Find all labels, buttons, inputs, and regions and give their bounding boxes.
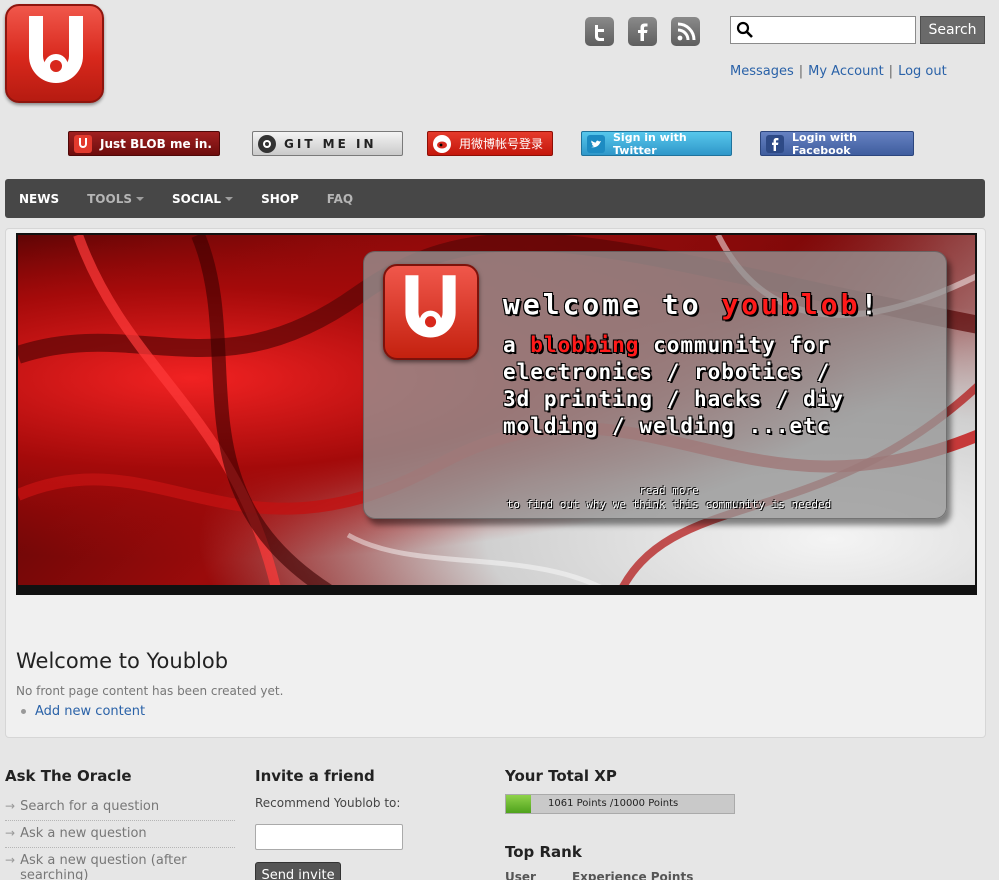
tag-line-3: 3d printing / hacks / diy [503, 387, 845, 411]
headline-text: welcome to [503, 288, 722, 321]
twitter-login-label: Sign in with Twitter [613, 130, 687, 157]
blob-login-label: Just BLOB me in. [100, 136, 212, 151]
search-input[interactable] [757, 19, 912, 41]
oracle-list: → Search for a question → Ask a new ques… [5, 794, 235, 880]
github-icon [258, 134, 276, 153]
tag-blobbing: blobbing [530, 333, 640, 357]
oracle-title: Ask The Oracle [5, 767, 132, 785]
twitter-bird-icon [587, 134, 605, 153]
add-content-item: Add new content [21, 704, 145, 719]
git-login-label: GIT ME IN [284, 136, 377, 151]
nav-news-label: NEWS [19, 191, 60, 206]
social-icons [585, 17, 700, 46]
xp-progress-bar: 1061 Points /10000 Points [505, 794, 735, 814]
youblob-icon [74, 134, 92, 153]
main-nav: NEWS TOOLS SOCIAL SHOP FAQ [5, 179, 985, 218]
oracle-item[interactable]: → Search for a question [5, 794, 235, 821]
rss-icon[interactable] [671, 17, 700, 46]
top-rank-title: Top Rank [505, 843, 582, 861]
oracle-item[interactable]: → Ask a new question (after searching) [5, 848, 235, 880]
xp-points-text: 1061 Points /10000 Points [548, 798, 679, 809]
nav-social[interactable]: SOCIAL [172, 191, 234, 206]
nav-tools-label: TOOLS [87, 191, 133, 206]
banner-tagline: a blobbing community for electronics / r… [503, 332, 933, 440]
add-new-content-link[interactable]: Add new content [35, 704, 145, 719]
headline-end: ! [860, 288, 881, 321]
tag-line-4: molding / welding ...etc [503, 414, 831, 438]
logout-link[interactable]: Log out [898, 64, 947, 79]
read-more-sub: to find out why we think this community … [506, 498, 832, 511]
separator: | [888, 64, 894, 79]
arrow-right-icon: → [5, 826, 16, 840]
oracle-item-label: Ask a new question [20, 826, 147, 841]
rank-col-user: User [505, 870, 536, 880]
twitter-login-button[interactable]: Sign in with Twitter [581, 130, 732, 157]
search-button[interactable]: Search [920, 16, 985, 44]
headline-brand: youblob [721, 288, 861, 321]
arrow-right-icon: → [5, 853, 16, 867]
my-account-link[interactable]: My Account [808, 64, 884, 79]
xp-title: Your Total XP [505, 767, 617, 785]
nav-faq[interactable]: FAQ [327, 192, 353, 206]
weibo-login-label: 用微博帐号登录 [459, 137, 544, 151]
xp-progress-fill [506, 795, 532, 813]
facebook-login-button[interactable]: Login with Facebook [760, 130, 914, 157]
tag-a: a [503, 333, 531, 357]
nav-tools[interactable]: TOOLS [87, 191, 145, 206]
oracle-item-label: Ask a new question (after searching) [20, 853, 187, 880]
tag-rest: community for [639, 333, 831, 357]
youblob-logo [383, 264, 479, 360]
rank-table-header: User Experience Points [505, 870, 729, 880]
chevron-down-icon [225, 196, 234, 201]
invite-email-field[interactable] [255, 824, 403, 850]
nav-social-label: SOCIAL [172, 191, 222, 206]
youblob-logo-icon [29, 16, 83, 83]
weibo-login-button[interactable]: 用微博帐号登录 [427, 131, 553, 156]
empty-content-text: No front page content has been created y… [16, 684, 284, 698]
arrow-right-icon: → [5, 799, 16, 813]
rank-col-xp: Experience Points [571, 870, 694, 880]
invite-title: Invite a friend [255, 767, 375, 785]
page-title: Welcome to Youblob [16, 649, 229, 673]
separator: | [798, 64, 804, 79]
chevron-down-icon [136, 196, 145, 201]
youblob-logo-icon [405, 275, 456, 338]
bullet [21, 709, 26, 714]
facebook-icon[interactable] [628, 17, 657, 46]
search-icon [736, 21, 753, 38]
blob-login-button[interactable]: Just BLOB me in. [68, 131, 220, 156]
messages-link[interactable]: Messages [730, 64, 794, 79]
weibo-icon [433, 134, 451, 153]
invite-label: Recommend Youblob to: [255, 796, 401, 810]
content-card: welcome to youblob! a blobbing community… [5, 228, 986, 738]
banner-panel: welcome to youblob! a blobbing community… [363, 251, 947, 519]
account-links: Messages | My Account | Log out [730, 64, 947, 79]
banner-bottom-bar [18, 585, 975, 593]
twitter-icon[interactable] [585, 17, 614, 46]
facebook-f-icon [766, 134, 784, 153]
read-more-label: read more [639, 484, 699, 497]
oracle-item-label: Search for a question [20, 799, 160, 814]
oracle-item[interactable]: → Ask a new question [5, 821, 235, 848]
welcome-banner[interactable]: welcome to youblob! a blobbing community… [16, 233, 977, 595]
nav-faq-label: FAQ [326, 191, 354, 206]
banner-read-more[interactable]: read more to find out why we think this … [503, 484, 835, 512]
nav-news[interactable]: NEWS [19, 192, 59, 206]
send-invite-button[interactable]: Send invite [255, 862, 341, 880]
youblob-logo[interactable] [5, 4, 104, 103]
search-box [730, 16, 916, 44]
facebook-login-label: Login with Facebook [792, 130, 857, 157]
nav-shop-label: SHOP [261, 191, 299, 206]
git-login-button[interactable]: GIT ME IN [252, 131, 403, 156]
banner-headline: welcome to youblob! [503, 288, 880, 321]
tag-line-2: electronics / robotics / [503, 360, 831, 384]
nav-shop[interactable]: SHOP [261, 192, 299, 206]
